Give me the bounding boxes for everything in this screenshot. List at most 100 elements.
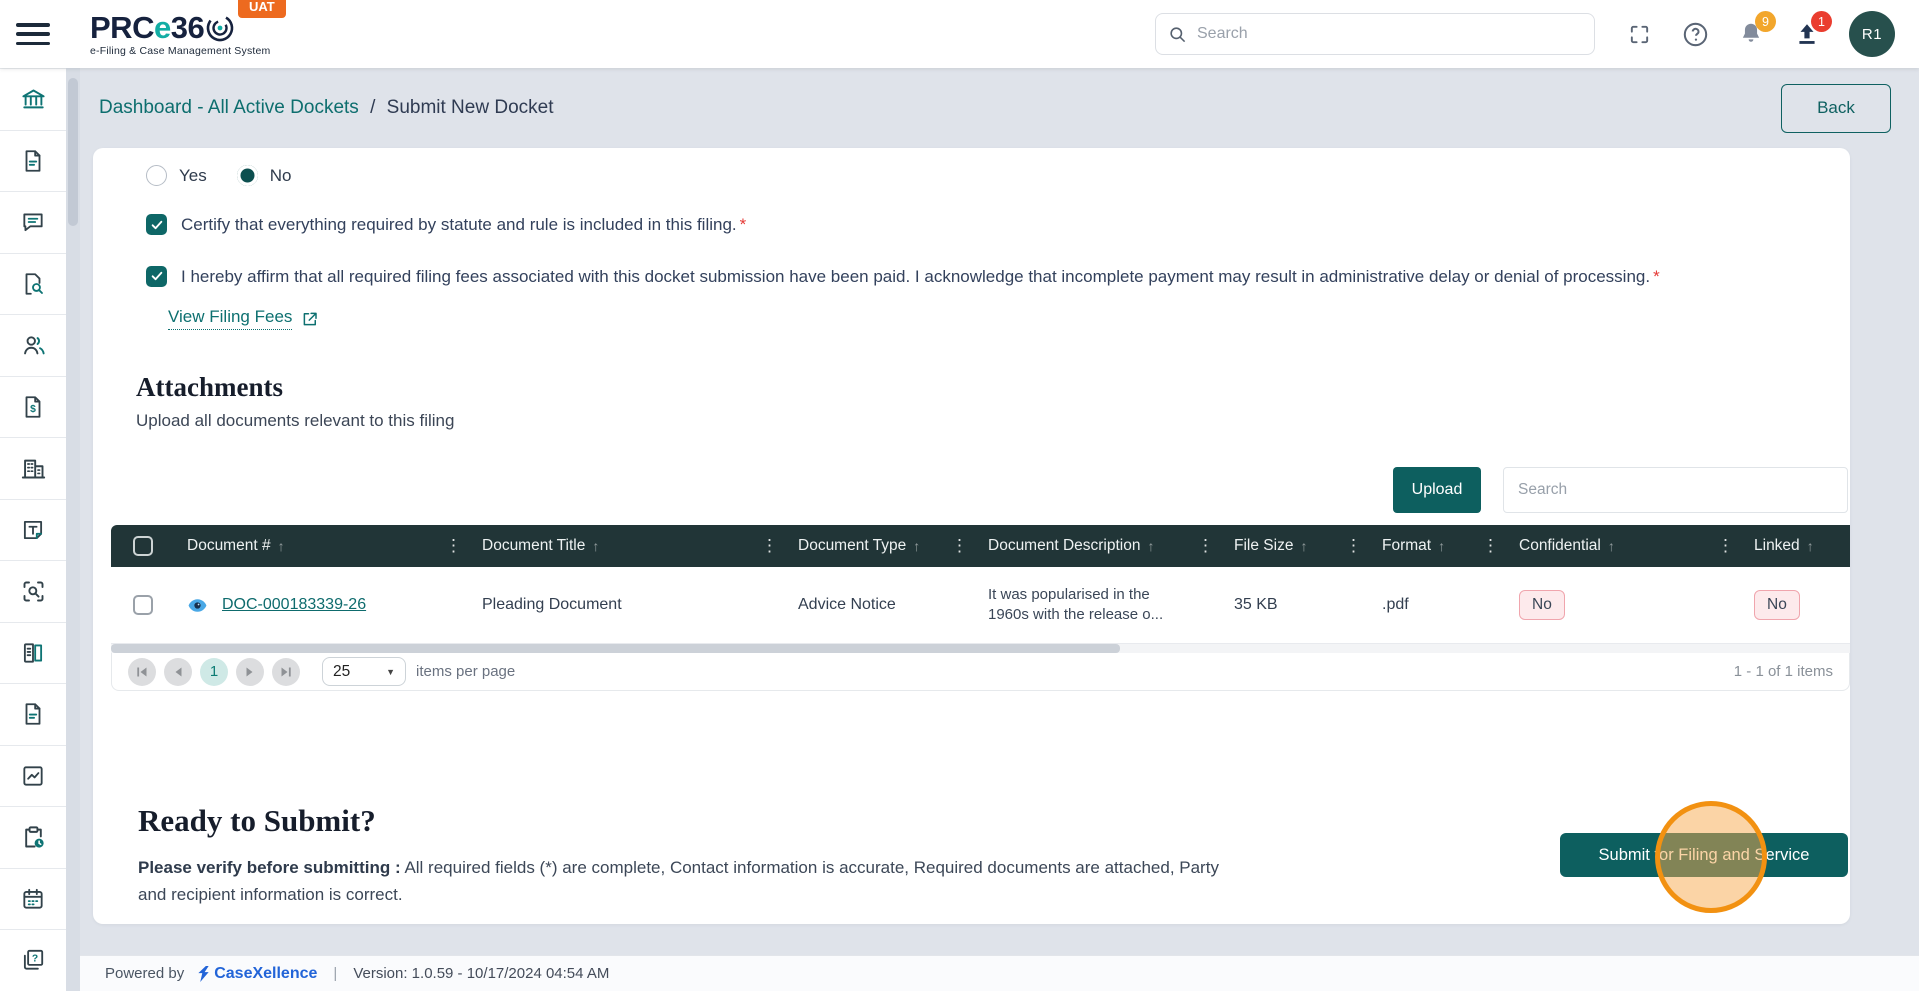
radio-no[interactable] <box>237 165 258 186</box>
column-menu-icon[interactable]: ⋮ <box>1480 536 1501 556</box>
check-icon <box>150 269 164 283</box>
upload-button[interactable]: Upload <box>1393 467 1481 513</box>
required-asterisk: * <box>1653 267 1660 286</box>
column-menu-icon[interactable]: ⋮ <box>949 536 970 556</box>
sidebar-item-fees[interactable]: $ <box>0 377 66 439</box>
menu-icon[interactable] <box>16 21 50 47</box>
next-page-button[interactable] <box>236 658 264 686</box>
documents-icon <box>20 701 46 727</box>
page-size-select[interactable]: 25 ▼ <box>322 657 406 686</box>
help-icon[interactable] <box>1681 20 1709 48</box>
sidebar-item-calendar[interactable] <box>0 869 66 931</box>
sort-arrow-icon[interactable]: ↑ <box>1438 538 1445 554</box>
column-menu-icon[interactable]: ⋮ <box>443 536 464 556</box>
column-header-document-type[interactable]: Document Type↑⋮ <box>786 525 976 567</box>
view-filing-fees-link[interactable]: View Filing Fees <box>168 307 319 330</box>
powered-by-label: Powered by <box>105 965 184 982</box>
attachments-search-input[interactable] <box>1503 467 1848 513</box>
sidebar-item-tasks[interactable] <box>0 807 66 869</box>
sort-arrow-icon[interactable]: ↑ <box>592 538 599 554</box>
global-search[interactable] <box>1155 13 1595 55</box>
sidebar-item-document-search[interactable] <box>0 254 66 316</box>
sidebar-item-help-pages[interactable]: ? <box>0 930 66 991</box>
upload-status-icon[interactable]: 1 <box>1793 20 1821 48</box>
items-per-page-label: items per page <box>416 663 515 680</box>
parties-users-icon <box>20 332 47 359</box>
calendar-icon <box>20 886 46 912</box>
sidebar-scrollbar[interactable] <box>66 68 80 991</box>
sidebar-item-templates[interactable] <box>0 500 66 562</box>
column-header-document-description[interactable]: Document Description↑⋮ <box>976 525 1222 567</box>
tasks-clipboard-icon <box>20 824 47 851</box>
required-asterisk: * <box>740 215 747 234</box>
sidebar-item-messages[interactable] <box>0 192 66 254</box>
breadcrumb-separator: / <box>370 97 375 118</box>
app-logo: UAT PRCe36 e-Filing & Case Management Sy… <box>90 12 271 57</box>
casexellence-logo[interactable]: CaseXellence <box>196 965 317 983</box>
sort-arrow-icon[interactable]: ↑ <box>1147 538 1154 554</box>
topbar: UAT PRCe36 e-Filing & Case Management Sy… <box>0 0 1919 68</box>
column-header-document-number[interactable]: Document #↑⋮ <box>175 525 470 567</box>
user-avatar[interactable]: R1 <box>1849 11 1895 57</box>
column-menu-icon[interactable]: ⋮ <box>1195 536 1216 556</box>
submit-for-filing-button[interactable]: Submit for Filing and Service <box>1560 833 1848 877</box>
chevron-down-icon: ▼ <box>386 667 395 677</box>
fullscreen-icon[interactable] <box>1625 20 1653 48</box>
sidebar-item-dockets[interactable] <box>0 131 66 193</box>
sidebar-item-courthouse[interactable] <box>0 69 66 131</box>
cell-file-size: 35 KB <box>1222 567 1370 643</box>
back-button[interactable]: Back <box>1781 84 1891 133</box>
attachments-title: Attachments <box>136 372 1850 403</box>
courthouse-icon <box>20 86 47 113</box>
sort-arrow-icon[interactable]: ↑ <box>1300 538 1307 554</box>
row-checkbox[interactable] <box>133 595 153 615</box>
cell-format: .pdf <box>1370 567 1507 643</box>
sort-arrow-icon[interactable]: ↑ <box>913 538 920 554</box>
cell-document-title: Pleading Document <box>470 567 786 643</box>
page-number-button[interactable]: 1 <box>200 658 228 686</box>
breadcrumb-current: Submit New Docket <box>387 97 554 118</box>
view-eye-icon[interactable] <box>187 595 208 616</box>
table-horizontal-scrollbar[interactable] <box>111 644 1850 653</box>
table-header-row: Document #↑⋮ Document Title↑⋮ Document T… <box>111 525 1850 567</box>
sidebar-item-organization[interactable] <box>0 438 66 500</box>
column-header-confidential[interactable]: Confidential↑⋮ <box>1507 525 1742 567</box>
submit-docket-card: Yes No Certify that everything required … <box>93 148 1850 924</box>
certify-checkbox[interactable] <box>146 214 167 235</box>
footer: Powered by CaseXellence | Version: 1.0.5… <box>80 955 1919 991</box>
column-header-document-title[interactable]: Document Title↑⋮ <box>470 525 786 567</box>
column-menu-icon[interactable]: ⋮ <box>759 536 780 556</box>
select-all-checkbox[interactable] <box>133 536 153 556</box>
column-header-format[interactable]: Format↑⋮ <box>1370 525 1507 567</box>
sidebar-item-parties[interactable] <box>0 315 66 377</box>
document-number-link[interactable]: DOC-000183339-26 <box>222 596 366 614</box>
radio-yes[interactable] <box>146 165 167 186</box>
sort-arrow-icon[interactable]: ↑ <box>1807 538 1814 554</box>
affirm-checkbox[interactable] <box>146 266 167 287</box>
column-menu-icon[interactable]: ⋮ <box>1343 536 1364 556</box>
first-page-button[interactable] <box>128 658 156 686</box>
certify-check-row: Certify that everything required by stat… <box>146 213 1805 238</box>
uploads-count-badge: 1 <box>1811 11 1832 32</box>
sort-arrow-icon[interactable]: ↑ <box>278 538 285 554</box>
column-header-file-size[interactable]: File Size↑⋮ <box>1222 525 1370 567</box>
global-search-input[interactable] <box>1197 25 1582 43</box>
column-menu-icon[interactable]: ⋮ <box>1715 536 1736 556</box>
scrollbar-thumb[interactable] <box>111 644 1120 653</box>
sidebar-item-record-search[interactable] <box>0 561 66 623</box>
last-page-button[interactable] <box>272 658 300 686</box>
fees-invoice-icon: $ <box>20 394 46 420</box>
logo-tagline: e-Filing & Case Management System <box>90 45 271 57</box>
notifications-bell-icon[interactable]: 9 <box>1737 20 1765 48</box>
sort-arrow-icon[interactable]: ↑ <box>1608 538 1615 554</box>
uat-badge: UAT <box>238 0 286 18</box>
sidebar-item-reports[interactable] <box>0 746 66 808</box>
sidebar-item-ledger[interactable] <box>0 623 66 685</box>
breadcrumb-link[interactable]: Dashboard - All Active Dockets <box>99 97 359 118</box>
previous-page-button[interactable] <box>164 658 192 686</box>
scrollbar-thumb[interactable] <box>68 78 78 226</box>
footer-divider: | <box>333 965 337 982</box>
sidebar-item-documents[interactable] <box>0 684 66 746</box>
page-size-value: 25 <box>333 663 350 681</box>
column-header-linked[interactable]: Linked↑⋮ <box>1742 525 1850 567</box>
